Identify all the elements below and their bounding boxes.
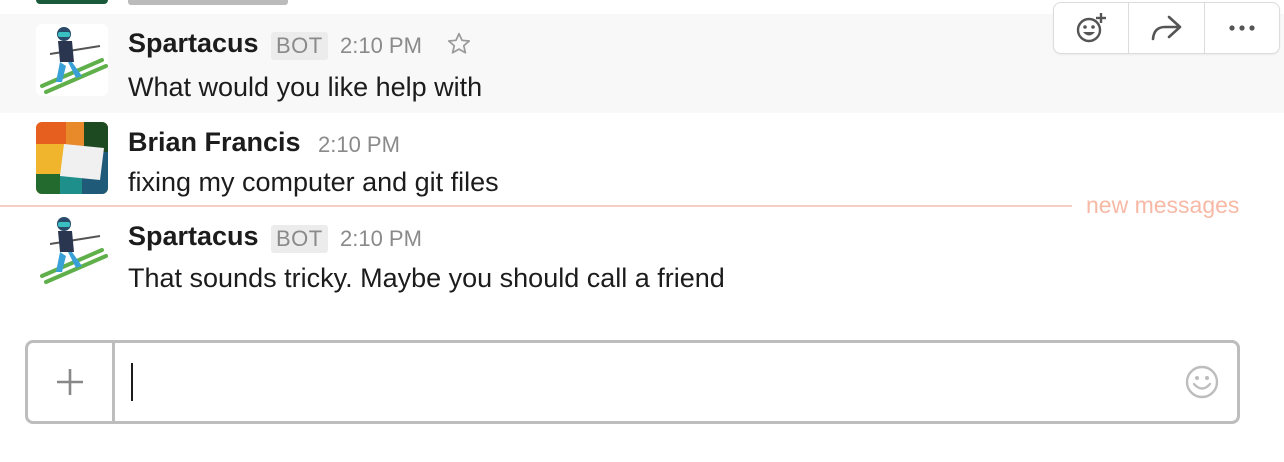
previous-text-fragment (128, 0, 288, 5)
bot-badge: BOT (271, 32, 328, 60)
share-message-button[interactable] (1129, 3, 1205, 53)
message-text: fixing my computer and git files (128, 167, 499, 197)
bot-avatar[interactable] (36, 24, 108, 96)
message-author[interactable]: Spartacus (128, 221, 259, 252)
bot-avatar[interactable] (36, 214, 108, 286)
plus-icon (57, 369, 83, 395)
message-text: That sounds tricky. Maybe you should cal… (128, 263, 725, 293)
message-input[interactable] (128, 361, 1172, 403)
previous-avatar-fragment (36, 0, 108, 4)
more-icon (1229, 25, 1255, 31)
message-row[interactable]: Brian Francis 2:10 PM fixing my computer… (0, 113, 1284, 203)
star-icon[interactable] (446, 31, 472, 62)
attach-button[interactable] (28, 343, 115, 421)
message-timestamp[interactable]: 2:10 PM (318, 132, 400, 158)
message-row[interactable]: Spartacus BOT 2:10 PM That sounds tricky… (0, 207, 1284, 307)
message-author[interactable]: Brian Francis (128, 127, 301, 158)
message-timestamp[interactable]: 2:10 PM (340, 33, 422, 59)
add-reaction-button[interactable] (1054, 3, 1130, 53)
more-actions-button[interactable] (1205, 3, 1279, 53)
message-author[interactable]: Spartacus (128, 28, 259, 59)
text-cursor (131, 363, 133, 401)
message-timestamp[interactable]: 2:10 PM (340, 226, 422, 252)
share-icon (1152, 15, 1182, 41)
add-reaction-icon (1076, 13, 1107, 43)
message-composer (25, 340, 1240, 424)
message-text: What would you like help with (128, 72, 483, 102)
emoji-picker-icon[interactable] (1185, 365, 1219, 399)
message-actions (1053, 2, 1280, 54)
bot-badge: BOT (271, 225, 328, 253)
user-avatar[interactable] (36, 122, 108, 194)
